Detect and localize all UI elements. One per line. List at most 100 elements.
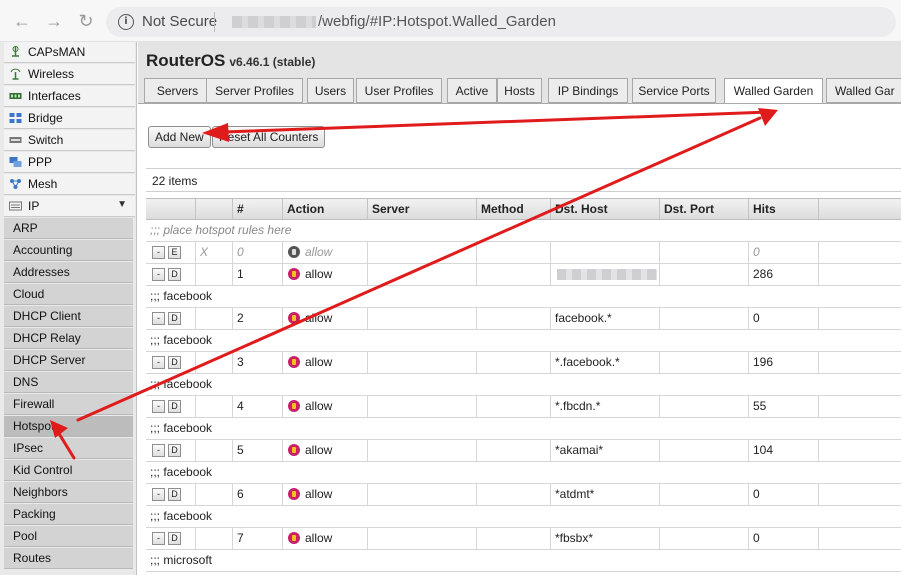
sidebar-subitem-label: IPsec: [13, 441, 44, 455]
table-row[interactable]: - D 2 allow facebook.* 0: [146, 308, 901, 330]
sidebar-subitem-cloud[interactable]: Cloud: [4, 284, 133, 305]
disable-toggle-button[interactable]: -: [152, 312, 165, 325]
hits-cell: 0: [749, 484, 819, 505]
tab-servers[interactable]: Servers: [144, 78, 211, 103]
column-header-number[interactable]: #: [233, 199, 283, 219]
column-header-dst-port[interactable]: Dst. Port: [660, 199, 749, 219]
tab-active[interactable]: Active: [447, 78, 497, 103]
action-text: allow: [305, 443, 333, 457]
server-cell: [368, 440, 477, 461]
server-cell: [368, 308, 477, 329]
dst-host-cell: [551, 264, 660, 285]
table-row[interactable]: - D 4 allow *.fbcdn.* 55: [146, 396, 901, 418]
server-cell: [368, 396, 477, 417]
enable-button[interactable]: E: [168, 246, 181, 259]
comment-text: ;;; facebook: [150, 377, 213, 391]
disable-toggle-button[interactable]: -: [152, 400, 165, 413]
disable-button[interactable]: D: [168, 356, 181, 369]
chevron-down-icon[interactable]: ▼: [117, 199, 127, 210]
back-arrow-icon[interactable]: ←: [12, 11, 32, 31]
tab-users[interactable]: Users: [307, 78, 354, 103]
sidebar-item-ppp[interactable]: PPP: [4, 152, 135, 173]
column-header-hits[interactable]: Hits: [749, 199, 819, 219]
sidebar-subitem-label: Kid Control: [13, 463, 73, 477]
tab-server-profiles[interactable]: Server Profiles: [206, 78, 303, 103]
sidebar-subitem-dhcp-relay[interactable]: DHCP Relay: [4, 328, 133, 349]
disable-button[interactable]: D: [168, 400, 181, 413]
sidebar-subitem-packing[interactable]: Packing: [4, 504, 133, 525]
table-row[interactable]: - E X 0 allow 0: [146, 242, 901, 264]
reset-all-counters-button[interactable]: Reset All Counters: [212, 126, 326, 148]
disable-toggle-button[interactable]: -: [152, 444, 165, 457]
tab-service-ports[interactable]: Service Ports: [632, 78, 716, 103]
disable-toggle-button[interactable]: -: [152, 532, 165, 545]
sidebar-subitem-dhcp-server[interactable]: DHCP Server: [4, 350, 133, 371]
disable-button[interactable]: D: [168, 312, 181, 325]
sidebar-item-bridge[interactable]: Bridge: [4, 108, 135, 129]
disable-button[interactable]: D: [168, 532, 181, 545]
sidebar-item-ip[interactable]: IP ▼: [4, 196, 135, 217]
sidebar-subitem-kid-control[interactable]: Kid Control: [4, 460, 133, 481]
sidebar-subitem-routes[interactable]: Routes: [4, 548, 133, 569]
table-row[interactable]: - D 5 allow *akamai* 104: [146, 440, 901, 462]
sidebar-subitem-dhcp-client[interactable]: DHCP Client: [4, 306, 133, 327]
column-header-method[interactable]: Method: [477, 199, 551, 219]
server-cell: [368, 264, 477, 285]
comment-row: ;;; facebook: [146, 462, 901, 484]
table-row[interactable]: - D 3 allow *.facebook.* 196: [146, 352, 901, 374]
tab-hosts[interactable]: Hosts: [497, 78, 542, 103]
product-version: v6.46.1 (stable): [229, 55, 316, 69]
disable-toggle-button[interactable]: -: [152, 268, 165, 281]
sidebar-item-mesh[interactable]: Mesh: [4, 174, 135, 195]
sidebar-subitem-dns[interactable]: DNS: [4, 372, 133, 393]
flag-cell: [196, 484, 233, 505]
column-header-action[interactable]: Action: [283, 199, 368, 219]
sidebar-subitem-arp[interactable]: ARP: [4, 218, 133, 239]
tab-ip-bindings[interactable]: IP Bindings: [548, 78, 628, 103]
forward-arrow-icon[interactable]: →: [44, 11, 64, 31]
table-row[interactable]: - D 6 allow *atdmt* 0: [146, 484, 901, 506]
sidebar-item-label: Mesh: [28, 177, 58, 191]
column-header-dst-host[interactable]: Dst. Host: [551, 199, 660, 219]
number-cell: 2: [233, 308, 283, 329]
sidebar-subitem-addresses[interactable]: Addresses: [4, 262, 133, 283]
hits-cell: 0: [749, 308, 819, 329]
column-header-server[interactable]: Server: [368, 199, 477, 219]
sidebar-item-capsman[interactable]: CAPsMAN: [4, 42, 135, 63]
dst-port-cell: [660, 308, 749, 329]
comment-row: ;;; place hotspot rules here: [146, 220, 901, 242]
sidebar-subitem-hotspot[interactable]: Hotspot: [4, 416, 133, 437]
sidebar-subitem-firewall[interactable]: Firewall: [4, 394, 133, 415]
row-buttons-cell: - E: [146, 242, 196, 263]
sidebar-item-interfaces[interactable]: Interfaces: [4, 86, 135, 107]
sidebar-subitem-accounting[interactable]: Accounting: [4, 240, 133, 261]
method-cell: [477, 352, 551, 373]
disable-button[interactable]: D: [168, 268, 181, 281]
disable-button[interactable]: D: [168, 444, 181, 457]
tab-walled-garden-ip[interactable]: Walled Gar: [826, 78, 901, 103]
sidebar-subitem-ipsec[interactable]: IPsec: [4, 438, 133, 459]
disable-toggle-button[interactable]: -: [152, 246, 165, 259]
disable-button[interactable]: D: [168, 488, 181, 501]
disable-toggle-button[interactable]: -: [152, 488, 165, 501]
allow-icon: [288, 488, 300, 500]
reload-icon[interactable]: ↻: [76, 11, 96, 31]
disable-toggle-button[interactable]: -: [152, 356, 165, 369]
action-cell: allow: [283, 528, 368, 549]
sidebar-subitem-neighbors[interactable]: Neighbors: [4, 482, 133, 503]
sidebar-item-wireless[interactable]: Wireless: [4, 64, 135, 85]
action-cell: allow: [283, 352, 368, 373]
action-cell: allow: [283, 440, 368, 461]
redacted-host: [232, 16, 316, 28]
server-cell: [368, 352, 477, 373]
tab-walled-garden[interactable]: Walled Garden: [724, 78, 823, 103]
add-new-button[interactable]: Add New: [148, 126, 211, 148]
sidebar-item-switch[interactable]: Switch: [4, 130, 135, 151]
number-cell: 0: [233, 242, 283, 263]
sidebar-subitem-pool[interactable]: Pool: [4, 526, 133, 547]
table-row[interactable]: - D 1 allow 286: [146, 264, 901, 286]
address-bar[interactable]: i Not Secure /webfig/#IP:Hotspot.Walled_…: [106, 7, 896, 37]
info-icon[interactable]: i: [118, 14, 134, 30]
tab-user-profiles[interactable]: User Profiles: [356, 78, 442, 103]
table-row[interactable]: - D 7 allow *fbsbx* 0: [146, 528, 901, 550]
